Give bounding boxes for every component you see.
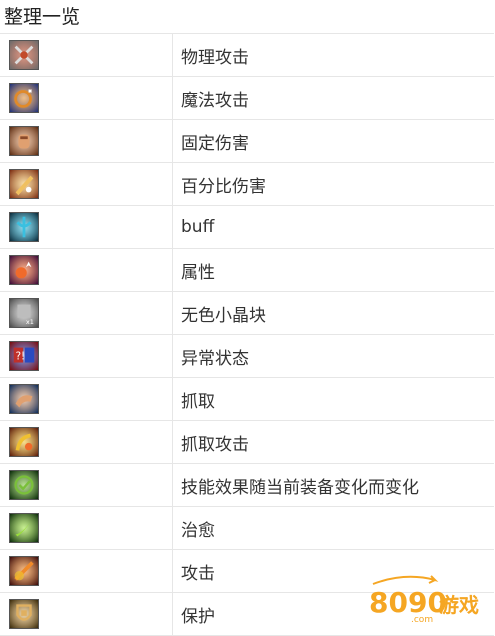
physical-attack-icon [9,40,39,70]
table-row: 属性 [0,248,494,292]
row-label: 属性 [172,248,494,292]
heal-icon [9,513,39,543]
row-label: 物理攻击 [172,33,494,77]
icon-cell: x1 [0,291,173,335]
icon-cell [0,377,173,421]
row-label: 异常状态 [172,334,494,378]
svg-text:?!: ?! [16,351,26,363]
svg-text:.com: .com [411,615,433,625]
watermark-logo: 8090 游戏 .com [365,570,485,625]
table-row: 抓取 [0,377,494,421]
table-row: 技能效果随当前装备变化而变化 [0,463,494,507]
fixed-damage-icon [9,126,39,156]
skill-effect-change-icon [9,470,39,500]
row-label: 抓取 [172,377,494,421]
row-label: 魔法攻击 [172,76,494,120]
abnormal-status-icon: ?! [9,341,39,371]
icon-cell [0,420,173,464]
table-row: 魔法攻击 [0,76,494,120]
table-row: 物理攻击 [0,33,494,77]
svg-text:x1: x1 [26,318,34,326]
icon-cell [0,119,173,163]
attack-icon [9,556,39,586]
icon-cell [0,162,173,206]
row-label: buff [172,205,494,249]
colorless-crystal-icon: x1 [9,298,39,328]
grab-icon [9,384,39,414]
svg-text:游戏: 游戏 [439,593,479,617]
row-label: 固定伤害 [172,119,494,163]
table-row: 百分比伤害 [0,162,494,206]
row-label: 百分比伤害 [172,162,494,206]
protect-icon [9,599,39,629]
table-row: buff [0,205,494,249]
icon-cell [0,33,173,77]
icon-cell [0,205,173,249]
svg-text:8090: 8090 [369,586,447,619]
icon-cell [0,506,173,550]
icon-cell: ?! [0,334,173,378]
row-label: 治愈 [172,506,494,550]
table-row: x1 无色小晶块 [0,291,494,335]
row-label: 无色小晶块 [172,291,494,335]
row-label: 技能效果随当前装备变化而变化 [172,463,494,507]
table-row: ?! 异常状态 [0,334,494,378]
magic-attack-icon [9,83,39,113]
icon-cell [0,76,173,120]
page-title: 整理一览 [4,6,81,28]
icon-cell [0,592,173,636]
table-row: 固定伤害 [0,119,494,163]
icon-cell [0,248,173,292]
icon-cell [0,549,173,593]
percent-damage-icon [9,169,39,199]
row-label: 抓取攻击 [172,420,494,464]
attribute-icon [9,255,39,285]
icon-legend-table: 物理攻击 魔法攻击 固定伤害 百分比伤害 buff 属性 x1 无色小晶块?! 异常状态 抓取 抓取… [0,33,494,636]
buff-icon [9,212,39,242]
grab-attack-icon [9,427,39,457]
table-row: 治愈 [0,506,494,550]
icon-cell [0,463,173,507]
table-row: 抓取攻击 [0,420,494,464]
